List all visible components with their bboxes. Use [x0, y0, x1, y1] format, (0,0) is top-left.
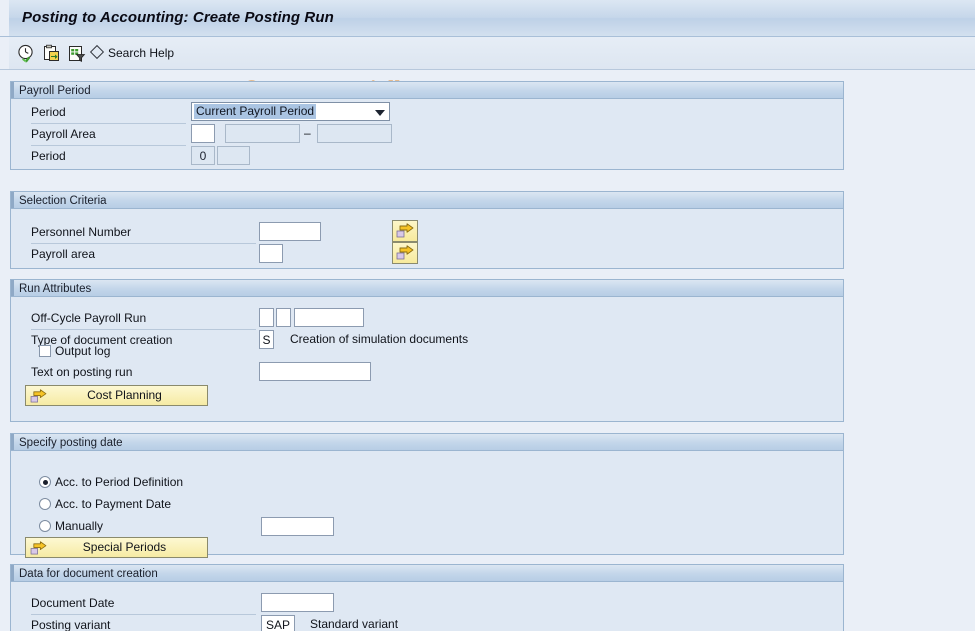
panel-specify-posting-date-body: Acc. to Period Definition Acc. to Paymen…: [11, 451, 843, 558]
personnel-number-multi-select-button[interactable]: [392, 220, 418, 242]
special-periods-label: Special Periods: [82, 540, 167, 554]
panel-payroll-period-body: Period Current Payroll Period Payroll Ar…: [11, 99, 843, 169]
label-payroll-area: Payroll Area: [31, 127, 96, 141]
manual-posting-date-input[interactable]: [261, 517, 334, 536]
posting-variant-input[interactable]: [261, 615, 295, 631]
off-cycle-reason-input[interactable]: [259, 308, 274, 327]
panel-run-attributes-body: Off-Cycle Payroll Run Type of document c…: [11, 297, 843, 421]
cost-planning-label: Cost Planning: [87, 388, 162, 402]
cost-planning-button[interactable]: Cost Planning: [25, 385, 208, 406]
payroll-area-input[interactable]: [191, 124, 215, 143]
payroll-area-from-input[interactable]: [225, 124, 300, 143]
panel-payroll-period: Payroll Period Period Current Payroll Pe…: [10, 81, 844, 170]
document-creation-type-input[interactable]: [259, 330, 274, 349]
search-help-diamond-icon: [89, 44, 105, 60]
execute-clock-check-icon[interactable]: [17, 44, 36, 63]
label-payroll-area-selection: Payroll area: [31, 247, 96, 261]
window-title-bar: Posting to Accounting: Create Posting Ru…: [0, 0, 975, 37]
document-creation-type-description: Creation of simulation documents: [290, 332, 469, 346]
range-separator: –: [304, 126, 311, 140]
document-filter-icon[interactable]: [67, 44, 86, 63]
panel-payroll-period-title: Payroll Period: [11, 82, 843, 99]
off-cycle-category-input[interactable]: [276, 308, 291, 327]
payroll-area-to-input[interactable]: [317, 124, 392, 143]
period-type-dropdown[interactable]: Current Payroll Period: [191, 102, 390, 121]
label-acc-to-period-definition: Acc. to Period Definition: [55, 475, 184, 489]
document-date-input[interactable]: [261, 593, 334, 612]
special-periods-arrow-icon: [30, 541, 47, 560]
period-year-input[interactable]: [217, 146, 250, 165]
label-acc-to-payment-date: Acc. to Payment Date: [55, 497, 172, 511]
off-cycle-date-input[interactable]: [294, 308, 364, 327]
text-on-posting-run-input[interactable]: [259, 362, 371, 381]
period-type-value: Current Payroll Period: [194, 104, 317, 119]
sap-transaction-screen: Posting to Accounting: Create Posting Ru…: [0, 0, 975, 631]
label-text-on-posting-run: Text on posting run: [31, 365, 133, 379]
copy-paste-icon[interactable]: [42, 44, 61, 63]
chevron-down-icon: [375, 110, 385, 116]
label-output-log: Output log: [55, 344, 111, 358]
posting-variant-description: Standard variant: [310, 617, 399, 631]
search-help-label: Search Help: [108, 46, 175, 60]
payroll-area-multi-select-button[interactable]: [392, 242, 418, 264]
period-number-input[interactable]: [191, 146, 215, 165]
label-document-date: Document Date: [31, 596, 115, 610]
panel-run-attributes: Run Attributes Off-Cycle Payroll Run Typ…: [10, 279, 844, 422]
label-period: Period: [31, 105, 66, 119]
payroll-area-selection-input[interactable]: [259, 244, 283, 263]
radio-acc-to-payment-date[interactable]: [39, 498, 51, 510]
search-help-button[interactable]: Search Help: [89, 44, 175, 60]
panel-selection-criteria: Selection Criteria Personnel Number Payr…: [10, 191, 844, 269]
cost-planning-arrow-icon: [30, 389, 47, 408]
label-off-cycle-payroll-run: Off-Cycle Payroll Run: [31, 311, 147, 325]
personnel-number-input[interactable]: [259, 222, 321, 241]
panel-specify-posting-date: Specify posting date Acc. to Period Defi…: [10, 433, 844, 558]
panel-data-for-document-creation: Data for document creation Document Date…: [10, 564, 844, 631]
label-personnel-number: Personnel Number: [31, 225, 132, 239]
title-left-margin: [0, 0, 9, 36]
radio-manually[interactable]: [39, 520, 51, 532]
page-title: Posting to Accounting: Create Posting Ru…: [22, 9, 334, 26]
radio-acc-to-period-definition[interactable]: [39, 476, 51, 488]
toolbar-left-margin: [0, 37, 9, 69]
output-log-checkbox[interactable]: [39, 345, 51, 357]
panel-run-attributes-title: Run Attributes: [11, 280, 843, 297]
label-manually: Manually: [55, 519, 104, 533]
label-posting-variant: Posting variant: [31, 618, 111, 631]
panel-data-for-document-creation-body: Document Date Posting variant Standard v…: [11, 582, 843, 631]
panel-specify-posting-date-title: Specify posting date: [11, 434, 843, 451]
panel-data-for-document-creation-title: Data for document creation: [11, 565, 843, 582]
application-toolbar: Search Help © www.tutorialkart.com: [0, 37, 975, 101]
label-period-number: Period: [31, 149, 66, 163]
panel-selection-criteria-title: Selection Criteria: [11, 192, 843, 209]
special-periods-button[interactable]: Special Periods: [25, 537, 208, 558]
panel-selection-criteria-body: Personnel Number Payroll area: [11, 209, 843, 268]
